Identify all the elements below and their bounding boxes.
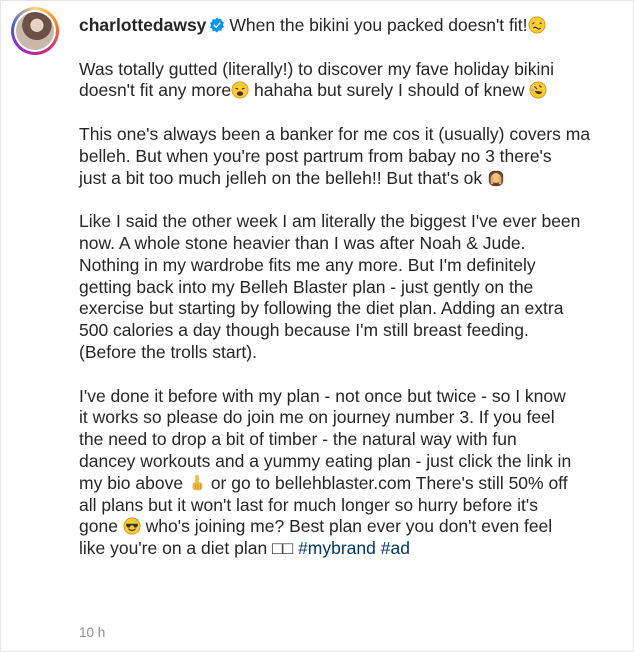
username-link[interactable]: charlottedawsy bbox=[79, 15, 206, 35]
weary-face-emoji bbox=[231, 81, 249, 99]
caption-line: or go to bellehblaster.com There's still… bbox=[205, 472, 568, 493]
caption-line: Was totally gutted (literally!) to disco… bbox=[79, 58, 554, 79]
caption-line: who's joining me? Best plan ever you don… bbox=[140, 516, 553, 537]
caption-line: now. A whole stone heavier than I was af… bbox=[79, 232, 526, 253]
caption-line: 500 calories a day though because I'm st… bbox=[79, 320, 529, 341]
caption-line: just a bit too much jelleh on the belleh… bbox=[79, 167, 488, 188]
hashtag-ad[interactable]: #ad bbox=[381, 538, 410, 558]
caption-line: dancey workouts and a yummy eating plan … bbox=[79, 450, 572, 471]
caption-line: hahaha but surely I should of knew bbox=[249, 80, 530, 101]
caption-paragraph-1: Was totally gutted (literally!) to disco… bbox=[79, 59, 627, 103]
caption-line: I've done it before with my plan - not o… bbox=[79, 385, 566, 406]
caption-paragraph-4: I've done it before with my plan - not o… bbox=[79, 386, 627, 560]
face-with-hands-emoji bbox=[488, 170, 504, 186]
caption-line: all plans but it won't last for much lon… bbox=[79, 494, 538, 515]
verified-badge-icon bbox=[210, 17, 225, 33]
caption-line: like you're on a diet plan bbox=[79, 538, 273, 559]
caption-line: This one's always been a banker for me c… bbox=[79, 123, 591, 144]
woozy-face-emoji bbox=[528, 16, 545, 34]
caption-paragraph-2: This one's always been a banker for me c… bbox=[79, 124, 627, 189]
avatar[interactable] bbox=[11, 7, 59, 55]
caption-line: Like I said the other week I am literall… bbox=[79, 211, 581, 232]
caption-line: Nothing in my wardrobe fits me any more.… bbox=[79, 254, 536, 275]
caption-body: charlottedawsy When the bikini you packed… bbox=[79, 15, 627, 582]
caption-line: getting back into my Belleh Blaster plan… bbox=[79, 276, 534, 297]
caption-title: When the bikini you packed doesn't fit! bbox=[229, 15, 528, 35]
caption-line: exercise but starting by following the d… bbox=[79, 298, 564, 319]
caption-line: (Before the trolls start). bbox=[79, 341, 257, 362]
caption-line: the need to drop a bit of timber - the n… bbox=[79, 429, 517, 450]
pointing-up-emoji bbox=[192, 474, 203, 490]
caption-paragraph-3: Like I said the other week I am literall… bbox=[79, 211, 627, 364]
caption-line: belleh. But when you're post partrum fro… bbox=[79, 145, 552, 166]
caption-line: it works so please do join me on journey… bbox=[79, 407, 555, 428]
caption-line: gone bbox=[79, 516, 123, 537]
missing-glyph-boxes: □□ bbox=[272, 538, 294, 559]
cool-face-emoji bbox=[123, 517, 141, 535]
instagram-post-caption: charlottedawsy When the bikini you packed… bbox=[0, 0, 634, 652]
caption-line: my bio above bbox=[79, 472, 188, 493]
hashtag-mybrand[interactable]: #mybrand bbox=[298, 538, 376, 558]
rolling-laughing-emoji bbox=[529, 81, 547, 99]
post-timestamp[interactable]: 10 h bbox=[79, 625, 105, 640]
caption-line: doesn't fit any more bbox=[79, 80, 232, 101]
caption-first-line: charlottedawsy When the bikini you packed… bbox=[79, 15, 627, 37]
